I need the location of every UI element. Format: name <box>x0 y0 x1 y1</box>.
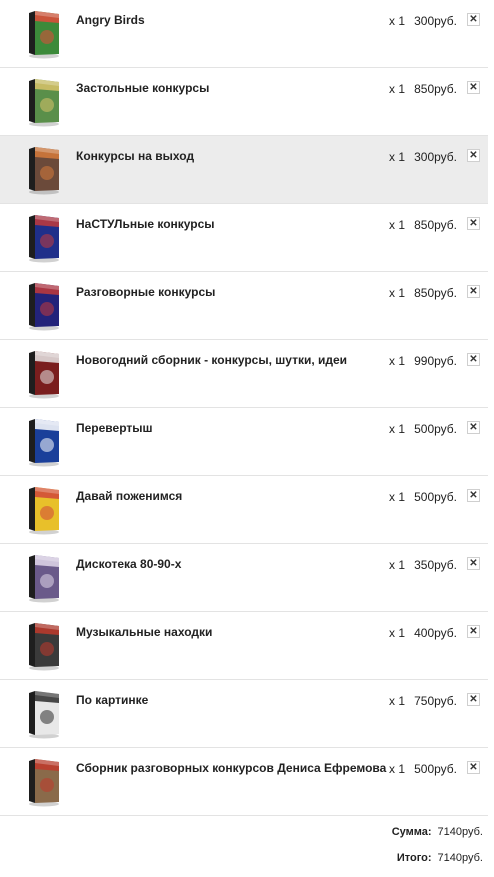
item-price: 350руб. <box>414 558 457 572</box>
remove-item-button[interactable]: ✕ <box>467 217 480 230</box>
item-title[interactable]: Перевертыш <box>76 421 153 435</box>
item-quantity: x 1 <box>389 694 406 708</box>
total-value: 7140руб. <box>437 852 483 864</box>
close-icon: ✕ <box>469 693 478 705</box>
remove-item-button[interactable]: ✕ <box>467 285 480 298</box>
close-icon: ✕ <box>469 149 478 161</box>
close-icon: ✕ <box>469 625 478 637</box>
dvd-cover-icon[interactable] <box>26 145 62 195</box>
item-title[interactable]: Новогодний сборник - конкурсы, шутки, ид… <box>76 353 347 367</box>
cart-item-row: Перевертыш x 1 500руб. ✕ <box>0 408 488 476</box>
remove-item-button[interactable]: ✕ <box>467 421 480 434</box>
total-line: Итого: 7140руб. <box>397 852 483 864</box>
dvd-cover-icon[interactable] <box>26 757 62 807</box>
item-price: 750руб. <box>414 694 457 708</box>
sum-label: Сумма: <box>391 826 432 838</box>
dvd-cover-icon[interactable] <box>26 9 62 59</box>
close-icon: ✕ <box>469 557 478 569</box>
cart-list: Angry Birds x 1 300руб. ✕ Застольные конкурс… <box>0 0 488 876</box>
item-price: 500руб. <box>414 422 457 436</box>
item-quantity: x 1 <box>389 558 406 572</box>
dvd-cover-icon[interactable] <box>26 553 62 603</box>
item-quantity: x 1 <box>389 762 406 776</box>
item-quantity: x 1 <box>389 150 406 164</box>
dvd-cover-icon[interactable] <box>26 349 62 399</box>
close-icon: ✕ <box>469 285 478 297</box>
item-title[interactable]: Конкурсы на выход <box>76 149 194 163</box>
close-icon: ✕ <box>469 81 478 93</box>
cart-item-row: Новогодний сборник - конкурсы, шутки, ид… <box>0 340 488 408</box>
total-label: Итого: <box>396 852 432 864</box>
item-price: 850руб. <box>414 286 457 300</box>
item-price: 400руб. <box>414 626 457 640</box>
item-title[interactable]: Музыкальные находки <box>76 625 212 639</box>
remove-item-button[interactable]: ✕ <box>467 557 480 570</box>
item-title[interactable]: Сборник разговорных конкурсов Дениса Ефр… <box>76 761 386 775</box>
item-quantity: x 1 <box>389 490 406 504</box>
cart-item-row: Музыкальные находки x 1 400руб. ✕ <box>0 612 488 680</box>
cart-totals: Сумма: 7140руб. Итого: 7140руб. <box>0 816 488 876</box>
close-icon: ✕ <box>469 421 478 433</box>
close-icon: ✕ <box>469 217 478 229</box>
item-quantity: x 1 <box>389 286 406 300</box>
item-price: 990руб. <box>414 354 457 368</box>
item-quantity: x 1 <box>389 82 406 96</box>
cart-item-row: Конкурсы на выход x 1 300руб. ✕ <box>0 136 488 204</box>
remove-item-button[interactable]: ✕ <box>467 81 480 94</box>
remove-item-button[interactable]: ✕ <box>467 353 480 366</box>
item-title[interactable]: Angry Birds <box>76 13 145 27</box>
item-quantity: x 1 <box>389 422 406 436</box>
cart-item-row: Застольные конкурсы x 1 850руб. ✕ <box>0 68 488 136</box>
dvd-cover-icon[interactable] <box>26 417 62 467</box>
sum-line: Сумма: 7140руб. <box>392 826 483 838</box>
item-quantity: x 1 <box>389 626 406 640</box>
cart-item-row: НаСТУЛьные конкурсы x 1 850руб. ✕ <box>0 204 488 272</box>
close-icon: ✕ <box>469 761 478 773</box>
item-title[interactable]: По картинке <box>76 693 148 707</box>
dvd-cover-icon[interactable] <box>26 213 62 263</box>
item-price: 850руб. <box>414 82 457 96</box>
dvd-cover-icon[interactable] <box>26 281 62 331</box>
item-quantity: x 1 <box>389 14 406 28</box>
item-title[interactable]: Разговорные конкурсы <box>76 285 215 299</box>
cart-item-row: Дискотека 80-90-х x 1 350руб. ✕ <box>0 544 488 612</box>
close-icon: ✕ <box>469 489 478 501</box>
remove-item-button[interactable]: ✕ <box>467 761 480 774</box>
cart-item-row: Разговорные конкурсы x 1 850руб. ✕ <box>0 272 488 340</box>
remove-item-button[interactable]: ✕ <box>467 149 480 162</box>
cart-item-row: По картинке x 1 750руб. ✕ <box>0 680 488 748</box>
item-title[interactable]: НаСТУЛьные конкурсы <box>76 217 215 231</box>
dvd-cover-icon[interactable] <box>26 77 62 127</box>
cart-item-row: Angry Birds x 1 300руб. ✕ <box>0 0 488 68</box>
item-price: 850руб. <box>414 218 457 232</box>
remove-item-button[interactable]: ✕ <box>467 693 480 706</box>
cart-item-row: Давай поженимся x 1 500руб. ✕ <box>0 476 488 544</box>
item-title[interactable]: Застольные конкурсы <box>76 81 209 95</box>
dvd-cover-icon[interactable] <box>26 689 62 739</box>
item-title[interactable]: Дискотека 80-90-х <box>76 557 181 571</box>
item-price: 500руб. <box>414 490 457 504</box>
cart-item-row: Сборник разговорных конкурсов Дениса Ефр… <box>0 748 488 816</box>
item-price: 300руб. <box>414 14 457 28</box>
item-quantity: x 1 <box>389 354 406 368</box>
item-price: 500руб. <box>414 762 457 776</box>
close-icon: ✕ <box>469 13 478 25</box>
item-quantity: x 1 <box>389 218 406 232</box>
sum-value: 7140руб. <box>437 826 483 838</box>
close-icon: ✕ <box>469 353 478 365</box>
dvd-cover-icon[interactable] <box>26 621 62 671</box>
item-price: 300руб. <box>414 150 457 164</box>
remove-item-button[interactable]: ✕ <box>467 13 480 26</box>
remove-item-button[interactable]: ✕ <box>467 489 480 502</box>
item-title[interactable]: Давай поженимся <box>76 489 182 503</box>
remove-item-button[interactable]: ✕ <box>467 625 480 638</box>
dvd-cover-icon[interactable] <box>26 485 62 535</box>
